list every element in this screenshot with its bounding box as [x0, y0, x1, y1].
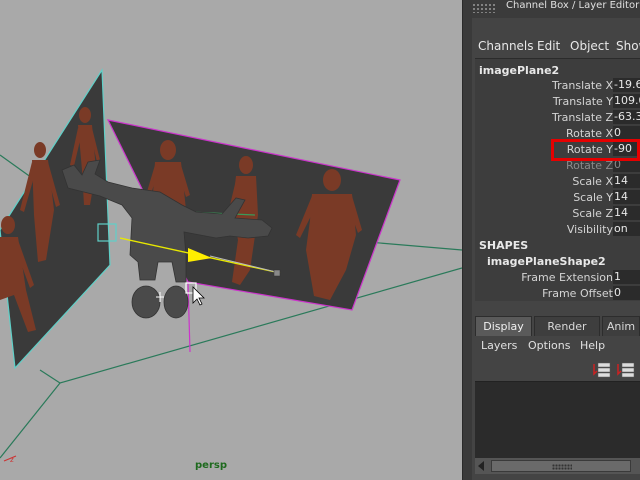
attr-label: Scale Y	[573, 191, 613, 204]
attr-value-field[interactable]: 1	[613, 270, 640, 284]
horizontal-scrollbar[interactable]	[475, 458, 640, 474]
shape-node-name[interactable]: imagePlaneShape2	[487, 255, 606, 268]
scene-canvas[interactable]: z	[0, 0, 462, 480]
tab-anim[interactable]: Anim	[602, 316, 640, 336]
new-layer-icon[interactable]	[593, 362, 611, 378]
node-name[interactable]: imagePlane2	[479, 64, 559, 77]
attr-value-field[interactable]: on	[613, 222, 640, 236]
attr-value-field[interactable]: 0	[613, 126, 640, 140]
attr-value-field[interactable]: 14	[613, 206, 640, 220]
camera-label: persp	[195, 460, 227, 471]
svg-text:z: z	[10, 456, 14, 464]
menu-channels[interactable]: Channels	[478, 39, 534, 53]
axis-indicator: z	[3, 455, 17, 464]
drag-handle-icon[interactable]	[472, 3, 496, 13]
attr-row-scale-y[interactable]: Scale Y 14	[475, 190, 640, 205]
menu-options[interactable]: Options	[528, 339, 570, 352]
attr-value-field[interactable]: 14	[613, 190, 640, 204]
menu-show[interactable]: Show	[616, 39, 640, 53]
layer-editor-tabs: Display Render Anim	[472, 316, 640, 336]
layer-list[interactable]	[475, 381, 640, 458]
attr-value-field[interactable]: 14	[613, 174, 640, 188]
channel-box-menubar: Channels Edit Object Show	[472, 36, 640, 56]
layer-icons	[592, 360, 640, 380]
tab-display[interactable]: Display	[475, 316, 532, 336]
channel-box-panel: Channel Box / Layer Editor Channels Edit…	[472, 0, 640, 480]
attr-value-field[interactable]: -19.6	[613, 78, 640, 92]
menu-object[interactable]: Object	[570, 39, 609, 53]
menu-edit[interactable]: Edit	[537, 39, 560, 53]
channel-box: imagePlane2 Translate X -19.6 Translate …	[475, 58, 640, 301]
panel-title: Channel Box / Layer Editor	[506, 0, 640, 11]
attr-row-frame-extension[interactable]: Frame Extension 1	[475, 270, 640, 285]
attr-label: Scale Z	[572, 207, 613, 220]
tab-render[interactable]: Render	[534, 316, 600, 336]
scroll-thumb[interactable]	[491, 460, 631, 472]
attr-row-translate-x[interactable]: Translate X -19.6	[475, 78, 640, 93]
attr-row-scale-x[interactable]: Scale X 14	[475, 174, 640, 189]
grip-icon	[552, 464, 572, 470]
viewport-persp[interactable]: z persp	[0, 0, 462, 480]
scroll-left-icon[interactable]	[478, 461, 484, 471]
attr-label: Translate X	[552, 79, 613, 92]
attr-label: Visibility	[566, 223, 613, 236]
menu-layers[interactable]: Layers	[481, 339, 517, 352]
image-plane-left	[0, 68, 111, 370]
attr-label: Scale X	[572, 175, 613, 188]
attr-value-field[interactable]: 109.0	[613, 94, 640, 108]
attr-label: Frame Offset	[542, 287, 613, 300]
attr-value-field[interactable]: -63.3	[613, 110, 640, 124]
layer-editor-menubar: Layers Options Help	[472, 338, 640, 358]
attr-row-translate-z[interactable]: Translate Z -63.3	[475, 110, 640, 125]
shapes-heading: SHAPES	[479, 239, 529, 252]
rotate-y-highlight-box	[551, 139, 640, 161]
new-layer-selected-icon[interactable]	[617, 362, 635, 378]
attr-label: Translate Y	[552, 95, 613, 108]
panel-header: Channel Box / Layer Editor	[472, 0, 640, 18]
attr-row-scale-z[interactable]: Scale Z 14	[475, 206, 640, 221]
attr-label: Translate Z	[552, 111, 613, 124]
attr-row-translate-y[interactable]: Translate Y 109.0	[475, 94, 640, 109]
menu-help[interactable]: Help	[580, 339, 605, 352]
attr-value-field[interactable]: 0	[613, 286, 640, 300]
attr-row-frame-offset[interactable]: Frame Offset 0	[475, 286, 640, 301]
attr-label: Frame Extension	[521, 271, 613, 284]
attr-row-visibility[interactable]: Visibility on	[475, 222, 640, 237]
